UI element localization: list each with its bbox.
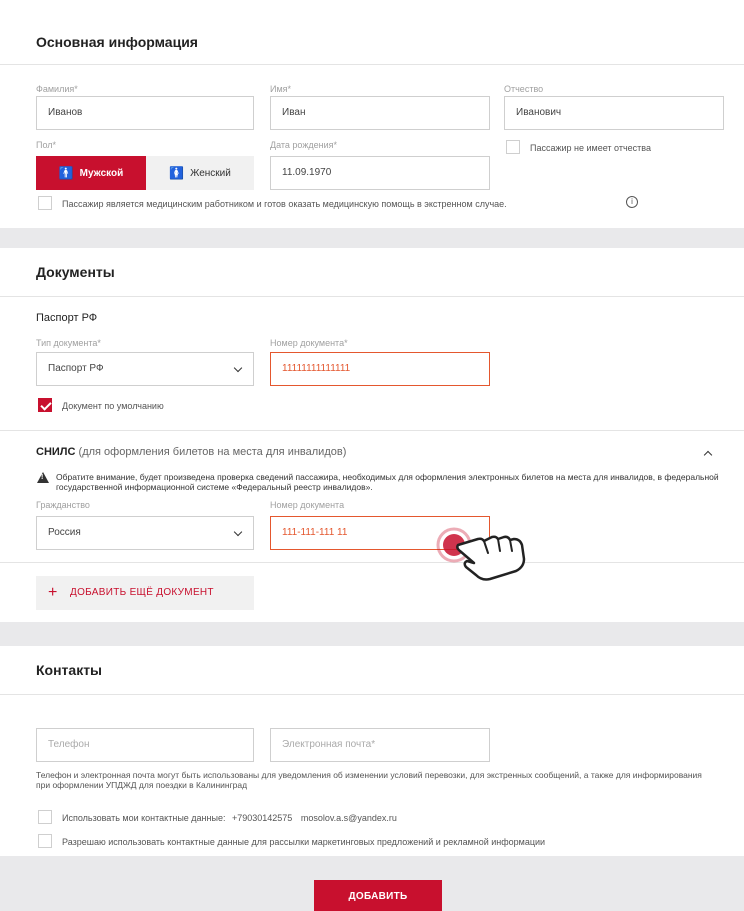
marketing-label: Разрешаю использовать контактные данные …	[62, 837, 546, 847]
patronymic-field[interactable]: Иванович	[504, 96, 724, 130]
no-patronymic-label: Пассажир не имеет отчества	[530, 143, 651, 153]
snils-header[interactable]: СНИЛС (для оформления билетов на места д…	[36, 446, 346, 458]
default-doc-label: Документ по умолчанию	[62, 401, 164, 411]
use-contacts-label: Использовать мои контактные данные: +790…	[62, 813, 397, 823]
click-indicator-icon	[436, 527, 526, 581]
add-button[interactable]: ДОБАВИТЬ	[314, 880, 442, 911]
plus-icon: +	[48, 584, 58, 601]
snils-title: СНИЛС	[36, 446, 76, 458]
footer-band: ДОБАВИТЬ	[0, 856, 744, 911]
name-field[interactable]: Иван	[270, 96, 490, 130]
documents-title: Документы	[36, 264, 115, 280]
gender-female-button[interactable]: 🚺 Женский	[146, 156, 254, 190]
divider	[0, 296, 744, 297]
no-patronymic-checkbox[interactable]	[506, 140, 520, 154]
section-separator	[0, 622, 744, 646]
gender-male-label: Мужской	[79, 168, 124, 179]
add-document-button[interactable]: + ДОБАВИТЬ ЕЩЁ ДОКУМЕНТ	[36, 576, 254, 610]
medical-checkbox[interactable]	[38, 196, 52, 210]
snils-number-label: Номер документа	[270, 500, 345, 510]
surname-field[interactable]: Иванов	[36, 96, 254, 130]
email-input[interactable]: Электронная почта*	[270, 728, 490, 762]
basic-info-section: Основная информация Фамилия* Иванов Имя*…	[0, 0, 744, 228]
doc-type-select[interactable]: Паспорт РФ	[36, 352, 254, 386]
contacts-note: Телефон и электронная почта могут быть и…	[36, 770, 702, 790]
add-document-label: ДОБАВИТЬ ЕЩЁ ДОКУМЕНТ	[70, 587, 214, 598]
citizenship-select[interactable]: Россия	[36, 516, 254, 550]
phone-input[interactable]: Телефон	[36, 728, 254, 762]
info-icon[interactable]: i	[626, 196, 638, 208]
divider	[0, 430, 744, 431]
default-doc-checkbox[interactable]	[38, 398, 52, 412]
documents-section: Документы Паспорт РФ Тип документа* Пасп…	[0, 248, 744, 622]
section-separator	[0, 228, 744, 248]
male-icon: 🚹	[58, 166, 74, 180]
contacts-title: Контакты	[36, 662, 103, 678]
citizenship-label: Гражданство	[36, 500, 90, 510]
name-label: Имя*	[270, 84, 292, 94]
doc-type-label: Тип документа*	[36, 338, 101, 348]
gender-female-label: Женский	[190, 168, 231, 179]
doc-number-field[interactable]: 11111111111111	[270, 352, 490, 386]
gender-male-button[interactable]: 🚹 Мужской	[36, 156, 146, 190]
gender-label: Пол*	[36, 140, 57, 150]
birthdate-field[interactable]: 11.09.1970	[270, 156, 490, 190]
snils-subtitle: (для оформления билетов на места для инв…	[78, 446, 347, 458]
medical-label: Пассажир является медицинским работником…	[62, 199, 507, 209]
surname-label: Фамилия*	[36, 84, 78, 94]
divider	[0, 64, 744, 65]
passport-title: Паспорт РФ	[36, 312, 98, 324]
my-email: mosolov.a.s@yandex.ru	[300, 813, 397, 823]
warning-icon	[37, 472, 49, 483]
chevron-up-icon[interactable]	[703, 450, 713, 460]
use-contacts-checkbox[interactable]	[38, 810, 52, 824]
doc-number-label: Номер документа*	[270, 338, 348, 348]
divider	[0, 694, 744, 695]
use-contacts-text: Использовать мои контактные данные:	[62, 813, 226, 823]
patronymic-label: Отчество	[504, 84, 544, 94]
basic-info-title: Основная информация	[36, 34, 198, 50]
female-icon: 🚺	[169, 166, 185, 180]
my-phone: +79030142575	[231, 813, 293, 823]
divider	[0, 562, 744, 563]
snils-warning: Обратите внимание, будет произведена про…	[56, 472, 719, 492]
contacts-section: Контакты Телефон Электронная почта* Теле…	[0, 646, 744, 856]
birthdate-label: Дата рождения*	[270, 140, 337, 150]
marketing-checkbox[interactable]	[38, 834, 52, 848]
